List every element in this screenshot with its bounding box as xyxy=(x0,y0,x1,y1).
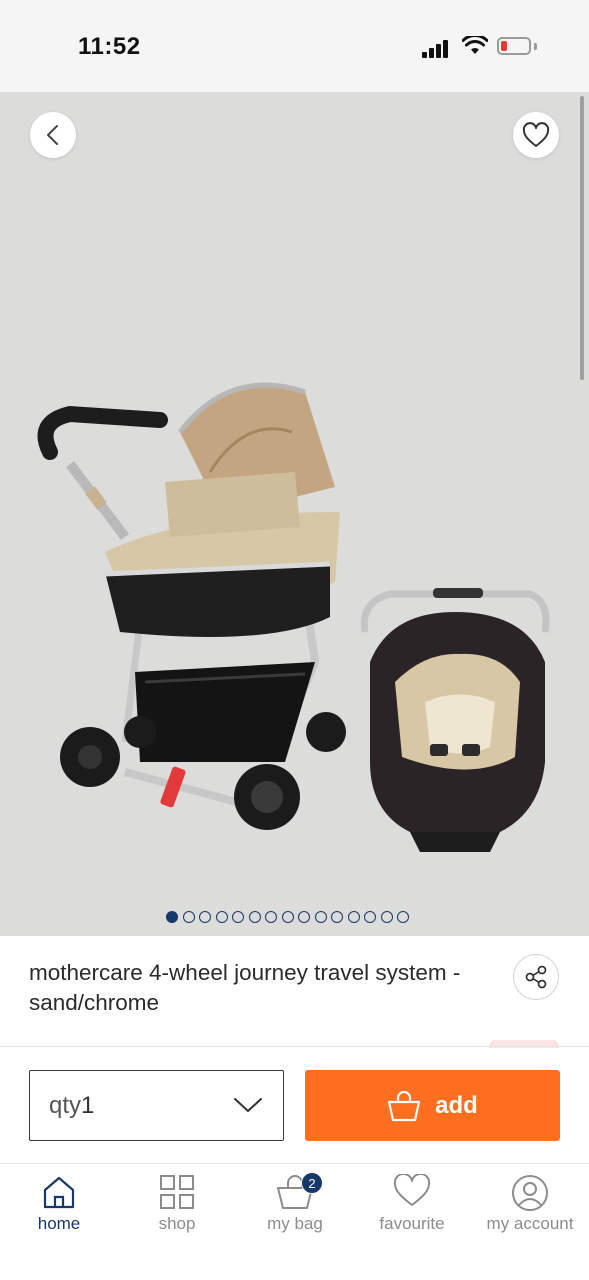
add-to-bag-button[interactable]: add xyxy=(305,1070,560,1141)
pagination-dot[interactable] xyxy=(347,911,360,923)
pagination-dot[interactable] xyxy=(248,911,261,923)
nav-item-shop[interactable]: shop xyxy=(118,1164,236,1280)
share-icon xyxy=(525,965,547,989)
product-image xyxy=(37,382,550,852)
pagination-dot[interactable] xyxy=(232,911,244,923)
pagination-dot[interactable] xyxy=(331,911,343,923)
back-button[interactable] xyxy=(30,112,76,158)
pagination-dot[interactable] xyxy=(397,911,409,923)
battery-tip xyxy=(534,43,537,50)
battery-low-icon xyxy=(497,37,531,55)
chevron-down-icon xyxy=(234,1098,262,1112)
favourite-button[interactable] xyxy=(513,112,559,158)
signal-icon xyxy=(422,38,452,58)
image-pagination[interactable] xyxy=(166,911,409,925)
heart-icon xyxy=(393,1174,431,1206)
pagination-dot[interactable] xyxy=(380,911,393,923)
bag-icon xyxy=(388,1090,421,1121)
nav-item-favourite[interactable]: favourite xyxy=(353,1164,471,1280)
pagination-dot[interactable] xyxy=(314,911,327,923)
divider xyxy=(0,1046,589,1047)
pagination-dot[interactable] xyxy=(364,911,376,923)
status-bar: 11:52 xyxy=(0,0,589,92)
nav-item-my-account[interactable]: my account xyxy=(471,1164,589,1280)
product-title: mothercare 4-wheel journey travel system… xyxy=(29,960,461,1015)
nav-label-home: home xyxy=(37,1214,81,1233)
qty-value: 1 xyxy=(81,1091,95,1119)
nav-label-shop: shop xyxy=(158,1214,196,1233)
wifi-icon xyxy=(462,36,488,54)
bottom-nav: home shop 2 my bag favourite my account xyxy=(0,1163,589,1280)
heart-outline-icon xyxy=(522,122,550,147)
qty-label: qty xyxy=(49,1091,82,1119)
add-label: add xyxy=(435,1091,478,1119)
pagination-dot[interactable] xyxy=(215,911,228,923)
scrollbar[interactable] xyxy=(580,96,584,380)
nav-item-my-bag[interactable]: 2 my bag xyxy=(236,1164,354,1280)
pagination-dot[interactable] xyxy=(265,911,277,923)
grid-icon xyxy=(160,1175,194,1209)
pagination-dot[interactable] xyxy=(182,911,195,923)
bag-count-badge: 2 xyxy=(301,1172,323,1194)
chevron-left-icon xyxy=(47,125,58,145)
qty-select[interactable]: qty1 xyxy=(29,1070,284,1141)
share-button[interactable] xyxy=(513,954,559,1000)
status-time: 11:52 xyxy=(78,33,141,60)
product-title-section: mothercare 4-wheel journey travel system… xyxy=(0,936,589,1046)
home-icon xyxy=(43,1176,75,1209)
nav-item-home[interactable]: home xyxy=(0,1164,118,1280)
pagination-dot[interactable] xyxy=(298,911,310,923)
user-icon xyxy=(512,1175,548,1211)
pagination-dot[interactable] xyxy=(199,911,211,923)
nav-label-favourite: favourite xyxy=(379,1214,445,1233)
nav-label-my-bag: my bag xyxy=(267,1214,323,1233)
pagination-dot[interactable] xyxy=(281,911,294,923)
pagination-dot[interactable] xyxy=(166,911,178,923)
qty-select-text: qty1 xyxy=(49,1092,94,1120)
nav-label-my-account: my account xyxy=(486,1214,574,1233)
product-image-gallery[interactable] xyxy=(0,92,589,936)
